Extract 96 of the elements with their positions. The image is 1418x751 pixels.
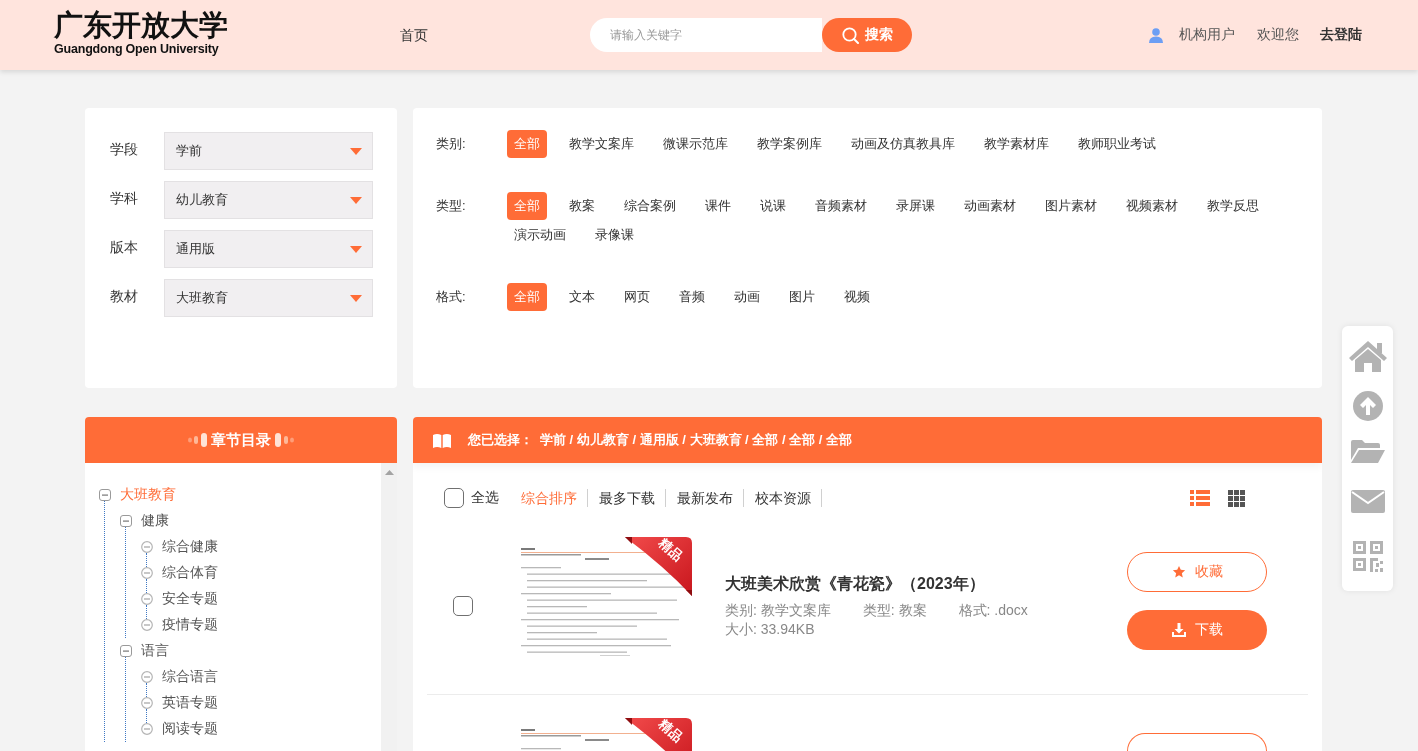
resource-meta: 类别: 教学文案库 — [725, 601, 831, 620]
field-label: 学科 — [110, 189, 139, 208]
circle-minus-icon — [141, 541, 153, 553]
user-role: 机构用户 — [1179, 26, 1235, 44]
search-field[interactable]: 请输入关键字 — [590, 18, 822, 52]
filter-chip[interactable]: 文本 — [562, 283, 602, 311]
field-label: 学段 — [110, 140, 139, 159]
login-link[interactable]: 去登陆 — [1320, 26, 1362, 44]
dropdown[interactable]: 学前 — [164, 132, 373, 170]
greeting-text: 欢迎您 — [1257, 26, 1299, 44]
filter-chip[interactable]: 教学素材库 — [977, 130, 1056, 158]
filter-chip[interactable]: 综合案例 — [617, 192, 683, 220]
circle-minus-icon — [141, 593, 153, 605]
caret-icon — [350, 294, 362, 302]
tree-item[interactable]: 综合健康 — [162, 538, 218, 556]
square-minus-icon[interactable] — [120, 645, 132, 657]
square-minus-icon[interactable] — [120, 515, 132, 527]
facet-label: 类别: — [436, 135, 467, 153]
book-icon — [433, 432, 451, 448]
house-icon[interactable] — [1347, 340, 1388, 372]
folder-icon[interactable] — [1350, 440, 1385, 463]
filter-chip[interactable]: 动画及仿真教具库 — [844, 130, 962, 158]
square-minus-icon[interactable] — [99, 489, 111, 501]
tree-item[interactable]: 健康 — [141, 512, 169, 530]
circle-minus-icon — [141, 697, 153, 709]
chapter-title: 章节目录 — [211, 430, 271, 450]
resource-meta: 类型: 教案 — [862, 601, 927, 620]
filter-chip[interactable]: 微课示范库 — [656, 130, 735, 158]
facet-label: 格式: — [436, 288, 467, 306]
star-icon — [1171, 565, 1186, 579]
filter-chip[interactable]: 视频素材 — [1119, 192, 1185, 220]
field-label: 教材 — [110, 287, 139, 306]
select-all-label[interactable]: 全选 — [471, 489, 499, 507]
resource-title[interactable]: 大班美术欣赏《青花瓷》（2023年） — [725, 572, 985, 596]
filter-chip[interactable]: 视频 — [837, 283, 877, 311]
selection-label: 您已选择： — [468, 431, 533, 449]
filter-chip[interactable]: 教学文案库 — [562, 130, 641, 158]
tree-item[interactable]: 语言 — [141, 642, 169, 660]
filter-chip[interactable]: 课件 — [698, 192, 738, 220]
filter-chip[interactable]: 动画素材 — [957, 192, 1023, 220]
filter-chip[interactable]: 录像课 — [588, 221, 641, 249]
tree-item[interactable]: 疫情专题 — [162, 616, 218, 634]
dropdown[interactable]: 大班教育 — [164, 279, 373, 317]
caret-icon — [350, 245, 362, 253]
ornament-icon — [188, 433, 207, 447]
nav-link[interactable]: 首页 — [400, 26, 428, 43]
filter-chip[interactable]: 图片素材 — [1038, 192, 1104, 220]
collect-button[interactable] — [1127, 733, 1267, 751]
filter-chip[interactable]: 说课 — [753, 192, 793, 220]
logo-title[interactable]: 广东开放大学 — [54, 9, 228, 41]
filter-chip[interactable]: 教师职业考试 — [1071, 130, 1163, 158]
filter-chip[interactable]: 音频素材 — [808, 192, 874, 220]
qr-code-icon[interactable] — [1352, 541, 1383, 572]
filter-chip[interactable]: 动画 — [727, 283, 767, 311]
scrollbar[interactable] — [381, 463, 397, 751]
filter-chip[interactable]: 教学案例库 — [750, 130, 829, 158]
logo-subtitle: Guangdong Open University — [54, 41, 219, 57]
sort-tab[interactable]: 最多下载 — [599, 489, 666, 507]
filter-chip[interactable]: 图片 — [782, 283, 822, 311]
sort-tab[interactable]: 校本资源 — [755, 489, 822, 507]
list-view-icon[interactable] — [1190, 490, 1210, 506]
filter-chip[interactable]: 音频 — [672, 283, 712, 311]
user-icon — [1149, 27, 1163, 43]
envelope-icon[interactable] — [1350, 490, 1385, 513]
tree-item[interactable]: 安全专题 — [162, 590, 218, 608]
tree-item[interactable]: 综合体育 — [162, 564, 218, 582]
resource-size: 大小: 33.94KB — [725, 620, 815, 639]
checkbox[interactable] — [453, 595, 473, 616]
sort-tab[interactable]: 最新发布 — [677, 489, 744, 507]
tree-item[interactable]: 综合语言 — [162, 668, 218, 686]
circle-minus-icon — [141, 671, 153, 683]
filter-chip[interactable]: 演示动画 — [507, 221, 573, 249]
caret-icon — [350, 147, 362, 155]
search-icon — [841, 26, 859, 44]
caret-icon — [350, 196, 362, 204]
download-icon — [1171, 623, 1186, 637]
filter-chip[interactable]: 教案 — [562, 192, 602, 220]
dropdown[interactable]: 通用版 — [164, 230, 373, 268]
checkbox[interactable] — [444, 488, 464, 508]
featured-label: 精品 — [656, 535, 686, 564]
field-label: 版本 — [110, 238, 139, 257]
tree-item[interactable]: 英语专题 — [162, 694, 218, 712]
filter-chip[interactable]: 录屏课 — [889, 192, 942, 220]
facet-label: 类型: — [436, 197, 467, 215]
filter-chip[interactable]: 教学反思 — [1200, 192, 1266, 220]
circle-minus-icon — [141, 723, 153, 735]
scroll-up-arrow-icon[interactable] — [384, 470, 394, 475]
tree-item[interactable]: 阅读专题 — [162, 720, 218, 738]
circle-minus-icon — [141, 619, 153, 631]
filter-chip[interactable]: 网页 — [617, 283, 657, 311]
selection-path: 学前 / 幼儿教育 / 通用版 / 大班教育 / 全部 / 全部 / 全部 — [540, 431, 852, 449]
circle-minus-icon — [141, 567, 153, 579]
ornament-icon — [275, 433, 294, 447]
resource-meta: 格式: .docx — [958, 601, 1028, 620]
grid-view-icon[interactable] — [1228, 489, 1245, 507]
dropdown[interactable]: 幼儿教育 — [164, 181, 373, 219]
